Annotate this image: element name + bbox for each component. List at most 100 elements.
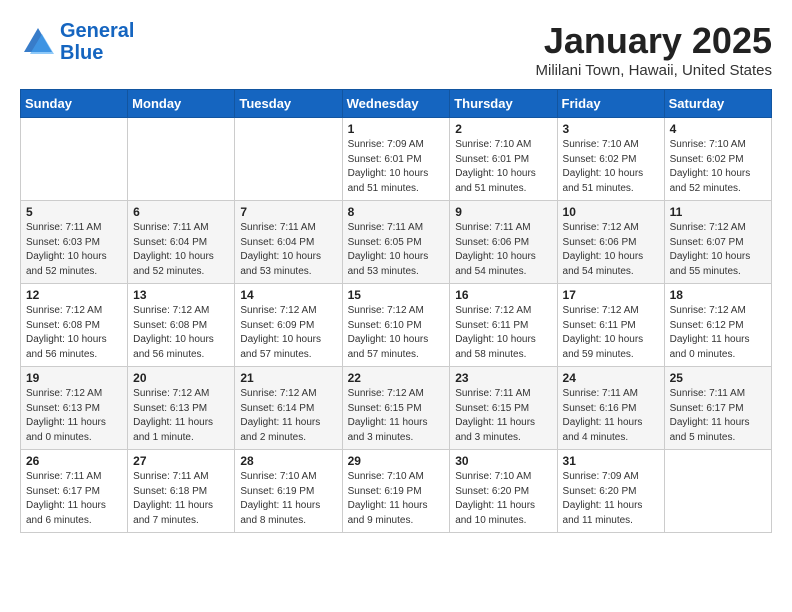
day-info: Sunrise: 7:12 AM Sunset: 6:06 PM Dayligh… (563, 221, 659, 279)
calendar-week-row: 5Sunrise: 7:11 AM Sunset: 6:03 PM Daylig… (21, 201, 772, 284)
day-number: 28 (240, 454, 336, 468)
calendar-cell: 1 Sunrise: 7:09 AM Sunset: 6:01 PM Daylig… (342, 118, 450, 201)
day-info: Sunrise: 7:12 AM Sunset: 6:11 PM Dayligh… (563, 304, 659, 362)
calendar-table: SundayMondayTuesdayWednesdayThursdayFrid… (20, 89, 772, 533)
day-info: Sunrise: 7:11 AM Sunset: 6:04 PM Dayligh… (240, 221, 336, 279)
day-number: 18 (670, 288, 766, 302)
day-number: 22 (348, 371, 445, 385)
calendar-cell: 11Sunrise: 7:12 AM Sunset: 6:07 PM Dayli… (664, 201, 771, 284)
day-info: Sunrise: 7:10 AM Sunset: 6:02 PM Dayligh… (563, 138, 659, 196)
logo-line2: Blue (60, 42, 103, 64)
calendar-cell: 29Sunrise: 7:10 AM Sunset: 6:19 PM Dayli… (342, 450, 450, 533)
calendar-cell: 10Sunrise: 7:12 AM Sunset: 6:06 PM Dayli… (557, 201, 664, 284)
day-number: 8 (348, 205, 445, 219)
calendar-cell: 20 Sunrise: 7:12 AM Sunset: 6:13 PM Dayli… (128, 367, 235, 450)
day-number: 2 (455, 122, 551, 136)
day-number: 6 (133, 205, 229, 219)
day-number: 19 (26, 371, 122, 385)
day-number: 4 (670, 122, 766, 136)
day-info: Sunrise: 7:11 AM Sunset: 6:04 PM Dayligh… (133, 221, 229, 279)
weekday-header-monday: Monday (128, 90, 235, 118)
calendar-cell: 12Sunrise: 7:12 AM Sunset: 6:08 PM Dayli… (21, 284, 128, 367)
day-info: Sunrise: 7:12 AM Sunset: 6:11 PM Dayligh… (455, 304, 551, 362)
day-info: Sunrise: 7:11 AM Sunset: 6:06 PM Dayligh… (455, 221, 551, 279)
calendar-cell: 21Sunrise: 7:12 AM Sunset: 6:14 PM Dayli… (235, 367, 342, 450)
calendar-cell: 23Sunrise: 7:11 AM Sunset: 6:15 PM Dayli… (450, 367, 557, 450)
day-number: 14 (240, 288, 336, 302)
day-number: 9 (455, 205, 551, 219)
day-number: 31 (563, 454, 659, 468)
day-number: 1 (348, 122, 445, 136)
weekday-header-saturday: Saturday (664, 90, 771, 118)
weekday-header-thursday: Thursday (450, 90, 557, 118)
day-number: 21 (240, 371, 336, 385)
day-number: 17 (563, 288, 659, 302)
day-number: 16 (455, 288, 551, 302)
day-info: Sunrise: 7:12 AM Sunset: 6:15 PM Dayligh… (348, 387, 445, 445)
day-info: Sunrise: 7:12 AM Sunset: 6:12 PM Dayligh… (670, 304, 766, 362)
calendar-cell: 4 Sunrise: 7:10 AM Sunset: 6:02 PM Daylig… (664, 118, 771, 201)
day-number: 15 (348, 288, 445, 302)
day-info: Sunrise: 7:11 AM Sunset: 6:17 PM Dayligh… (26, 470, 122, 528)
calendar-cell (21, 118, 128, 201)
logo-icon (20, 24, 56, 60)
calendar-cell: 27 Sunrise: 7:11 AM Sunset: 6:18 PM Dayli… (128, 450, 235, 533)
calendar-cell: 25Sunrise: 7:11 AM Sunset: 6:17 PM Dayli… (664, 367, 771, 450)
calendar-cell: 8 Sunrise: 7:11 AM Sunset: 6:05 PM Daylig… (342, 201, 450, 284)
calendar-title: January 2025 (536, 20, 773, 62)
weekday-header-friday: Friday (557, 90, 664, 118)
calendar-cell: 16 Sunrise: 7:12 AM Sunset: 6:11 PM Dayli… (450, 284, 557, 367)
day-info: Sunrise: 7:09 AM Sunset: 6:20 PM Dayligh… (563, 470, 659, 528)
day-info: Sunrise: 7:09 AM Sunset: 6:01 PM Dayligh… (348, 138, 445, 196)
logo-line1: General (60, 20, 134, 42)
weekday-header-tuesday: Tuesday (235, 90, 342, 118)
calendar-cell: 14 Sunrise: 7:12 AM Sunset: 6:09 PM Dayli… (235, 284, 342, 367)
day-number: 20 (133, 371, 229, 385)
day-number: 13 (133, 288, 229, 302)
page-header: General Blue January 2025 Mililani Town,… (20, 20, 772, 79)
calendar-cell: 18 Sunrise: 7:12 AM Sunset: 6:12 PM Dayli… (664, 284, 771, 367)
day-info: Sunrise: 7:11 AM Sunset: 6:05 PM Dayligh… (348, 221, 445, 279)
day-info: Sunrise: 7:12 AM Sunset: 6:13 PM Dayligh… (26, 387, 122, 445)
day-info: Sunrise: 7:11 AM Sunset: 6:18 PM Dayligh… (133, 470, 229, 528)
calendar-cell (128, 118, 235, 201)
day-number: 5 (26, 205, 122, 219)
calendar-cell: 15Sunrise: 7:12 AM Sunset: 6:10 PM Dayli… (342, 284, 450, 367)
day-number: 26 (26, 454, 122, 468)
day-info: Sunrise: 7:10 AM Sunset: 6:02 PM Dayligh… (670, 138, 766, 196)
day-info: Sunrise: 7:10 AM Sunset: 6:20 PM Dayligh… (455, 470, 551, 528)
day-number: 30 (455, 454, 551, 468)
calendar-cell: 9 Sunrise: 7:11 AM Sunset: 6:06 PM Daylig… (450, 201, 557, 284)
calendar-cell: 5Sunrise: 7:11 AM Sunset: 6:03 PM Daylig… (21, 201, 128, 284)
calendar-cell: 17 Sunrise: 7:12 AM Sunset: 6:11 PM Dayli… (557, 284, 664, 367)
calendar-cell: 13 Sunrise: 7:12 AM Sunset: 6:08 PM Dayli… (128, 284, 235, 367)
calendar-cell: 2 Sunrise: 7:10 AM Sunset: 6:01 PM Daylig… (450, 118, 557, 201)
calendar-cell (235, 118, 342, 201)
day-number: 24 (563, 371, 659, 385)
day-number: 3 (563, 122, 659, 136)
day-info: Sunrise: 7:12 AM Sunset: 6:08 PM Dayligh… (26, 304, 122, 362)
day-info: Sunrise: 7:10 AM Sunset: 6:19 PM Dayligh… (240, 470, 336, 528)
day-number: 23 (455, 371, 551, 385)
day-number: 11 (670, 205, 766, 219)
weekday-header-sunday: Sunday (21, 90, 128, 118)
calendar-cell: 6 Sunrise: 7:11 AM Sunset: 6:04 PM Daylig… (128, 201, 235, 284)
day-info: Sunrise: 7:12 AM Sunset: 6:08 PM Dayligh… (133, 304, 229, 362)
day-number: 7 (240, 205, 336, 219)
day-number: 27 (133, 454, 229, 468)
logo-text: General Blue (60, 20, 134, 64)
weekday-header-row: SundayMondayTuesdayWednesdayThursdayFrid… (21, 90, 772, 118)
calendar-week-row: 12Sunrise: 7:12 AM Sunset: 6:08 PM Dayli… (21, 284, 772, 367)
calendar-week-row: 26 Sunrise: 7:11 AM Sunset: 6:17 PM Dayli… (21, 450, 772, 533)
day-number: 25 (670, 371, 766, 385)
calendar-cell: 28 Sunrise: 7:10 AM Sunset: 6:19 PM Dayli… (235, 450, 342, 533)
logo: General Blue (20, 20, 134, 64)
day-info: Sunrise: 7:12 AM Sunset: 6:09 PM Dayligh… (240, 304, 336, 362)
calendar-week-row: 19 Sunrise: 7:12 AM Sunset: 6:13 PM Dayli… (21, 367, 772, 450)
day-info: Sunrise: 7:10 AM Sunset: 6:01 PM Dayligh… (455, 138, 551, 196)
calendar-subtitle: Mililani Town, Hawaii, United States (536, 62, 773, 79)
title-area: January 2025 Mililani Town, Hawaii, Unit… (536, 20, 773, 79)
day-info: Sunrise: 7:12 AM Sunset: 6:13 PM Dayligh… (133, 387, 229, 445)
calendar-cell: 24Sunrise: 7:11 AM Sunset: 6:16 PM Dayli… (557, 367, 664, 450)
day-info: Sunrise: 7:10 AM Sunset: 6:19 PM Dayligh… (348, 470, 445, 528)
